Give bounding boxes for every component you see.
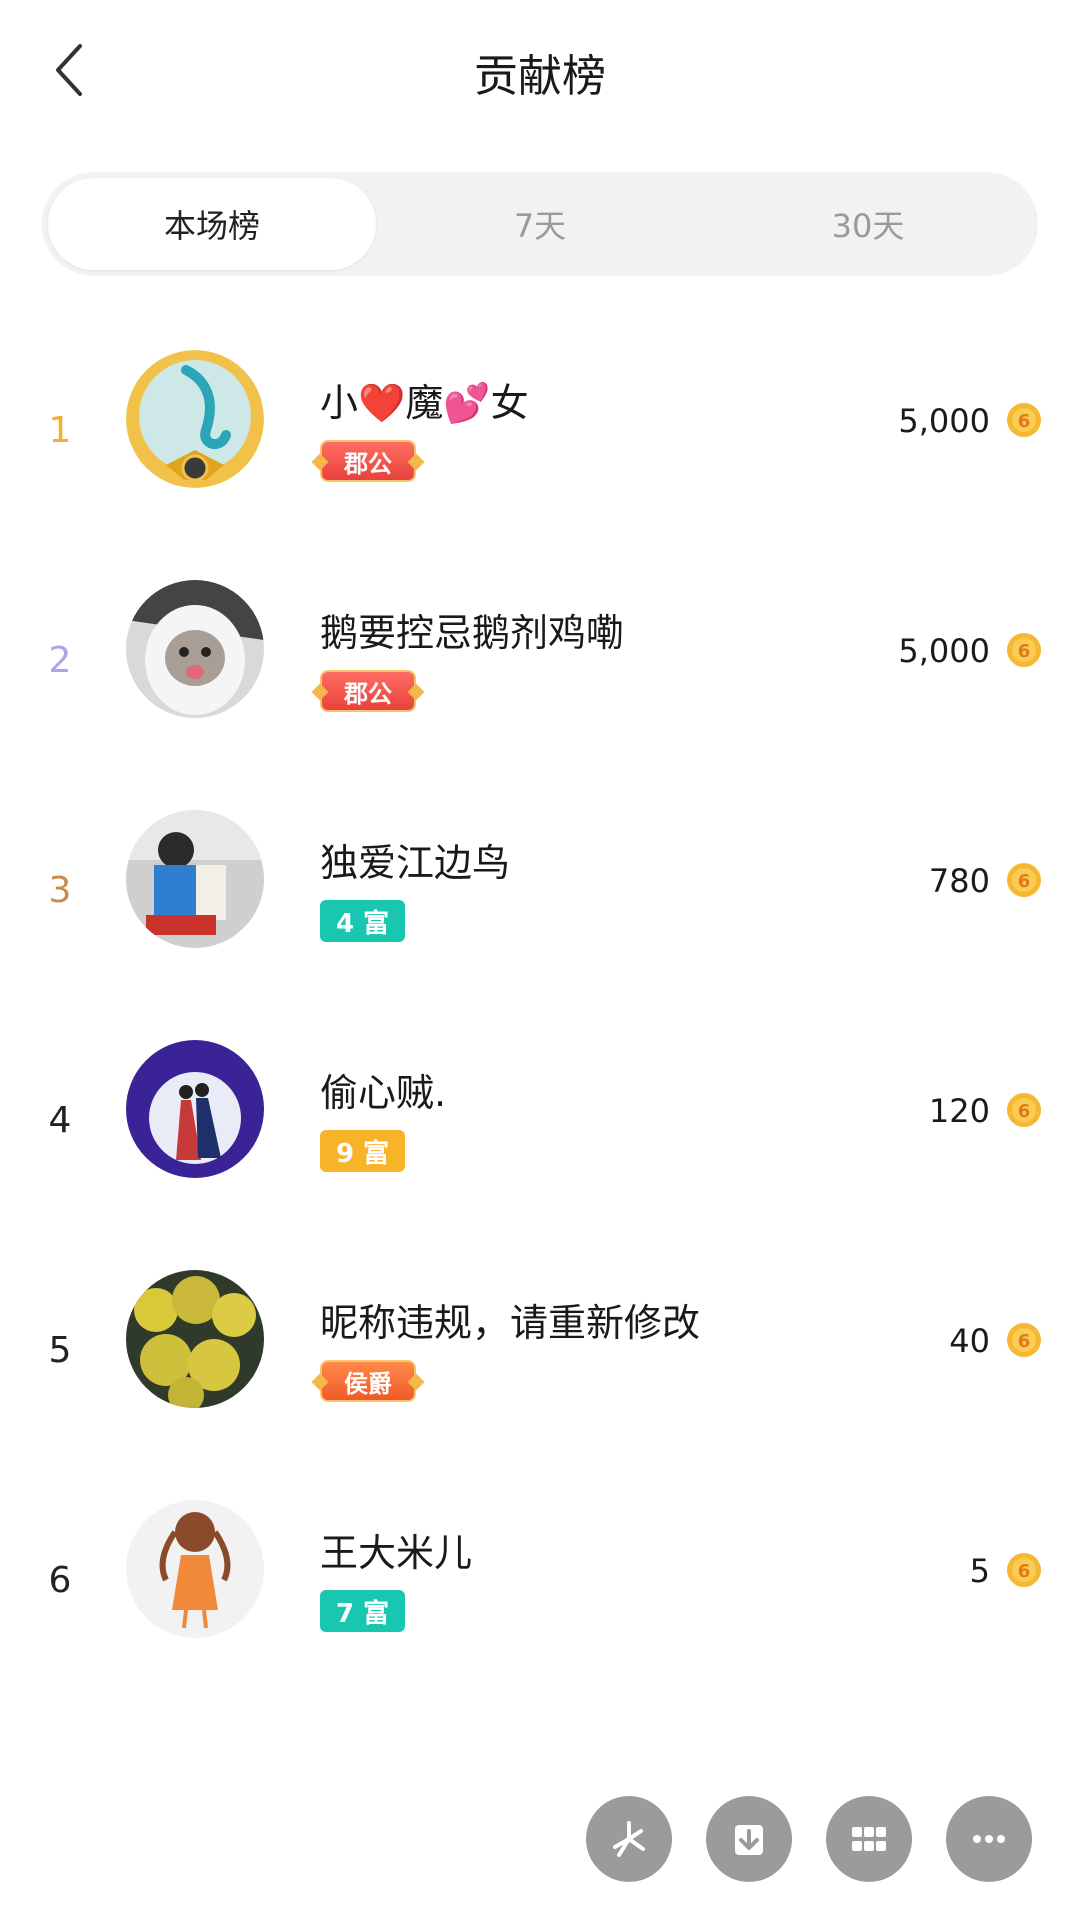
wealth-level-badge: 7 富 (320, 1590, 406, 1632)
grid-button[interactable] (826, 1796, 912, 1882)
coin-icon: 6 (1007, 1323, 1041, 1357)
avatar[interactable] (126, 580, 264, 718)
contribution-value: 120 (928, 1092, 990, 1130)
svg-text:6: 6 (1018, 411, 1031, 432)
rank-number: 2 (48, 640, 72, 681)
svg-text:6: 6 (1018, 1331, 1031, 1352)
list-item[interactable]: 2 鹅要控忌鹅剂鸡嘞 郡公 5,000 6 (0, 580, 1080, 810)
list-item[interactable]: 3 独爱江边鸟 4 富 780 6 (0, 810, 1080, 1040)
svg-text:6: 6 (1018, 1101, 1031, 1122)
more-button[interactable] (946, 1796, 1032, 1882)
user-name[interactable]: 小❤️魔💕女 (320, 372, 529, 427)
pinwheel-button[interactable] (586, 1796, 672, 1882)
tab-bar: 本场榜 7天 30天 (42, 172, 1038, 276)
rank-number: 1 (48, 410, 72, 451)
user-name[interactable]: 偷心贼. (320, 1062, 446, 1117)
contribution-value: 5,000 (898, 632, 990, 670)
rank-number: 6 (48, 1560, 72, 1601)
more-icon (973, 1835, 1005, 1843)
contribution-value: 5 (969, 1552, 990, 1590)
avatar[interactable] (126, 1040, 264, 1178)
coin-icon: 6 (1007, 863, 1041, 897)
contribution-value: 5,000 (898, 402, 990, 440)
wealth-level-badge: 9 富 (320, 1130, 406, 1172)
pinwheel-icon (613, 1821, 645, 1857)
tab-current-session[interactable]: 本场榜 (48, 178, 376, 270)
svg-text:6: 6 (1018, 871, 1031, 892)
coin-icon: 6 (1007, 1093, 1041, 1127)
avatar[interactable] (126, 1270, 264, 1408)
user-name[interactable]: 王大米儿 (320, 1522, 472, 1577)
list-item[interactable]: 5 昵称违规，请重新修改 侯爵 40 6 (0, 1270, 1080, 1500)
avatar[interactable] (126, 350, 264, 488)
floating-action-bar (586, 1796, 1032, 1882)
coin-icon: 6 (1007, 1553, 1041, 1587)
svg-text:6: 6 (1018, 641, 1031, 662)
download-icon (735, 1825, 763, 1855)
tab-7-days[interactable]: 7天 (376, 178, 704, 270)
avatar[interactable] (126, 810, 264, 948)
noble-title-badge: 郡公 (320, 440, 416, 482)
rank-number: 4 (48, 1100, 72, 1141)
avatar[interactable] (126, 1500, 264, 1638)
ranking-list: 1 小❤️魔💕女 郡公 5,000 6 2 鹅要控忌鹅剂鸡嘞 郡公 5,000 … (0, 350, 1080, 1730)
noble-title-badge: 侯爵 (320, 1360, 416, 1402)
page-title: 贡献榜 (474, 51, 606, 102)
list-item[interactable]: 1 小❤️魔💕女 郡公 5,000 6 (0, 350, 1080, 580)
tab-30-days[interactable]: 30天 (704, 178, 1032, 270)
user-name[interactable]: 昵称违规，请重新修改 (320, 1292, 700, 1347)
rank-number: 3 (48, 870, 72, 911)
contribution-value: 780 (928, 862, 990, 900)
list-item[interactable]: 6 王大米儿 7 富 5 6 (0, 1500, 1080, 1730)
rank-number: 5 (48, 1330, 72, 1371)
coin-icon: 6 (1007, 633, 1041, 667)
header: 贡献榜 (0, 0, 1080, 140)
coin-icon: 6 (1007, 403, 1041, 437)
download-button[interactable] (706, 1796, 792, 1882)
svg-text:6: 6 (1018, 1561, 1031, 1582)
list-item[interactable]: 4 偷心贼. 9 富 120 6 (0, 1040, 1080, 1270)
grid-icon (852, 1827, 886, 1851)
contribution-value: 40 (949, 1322, 990, 1360)
user-name[interactable]: 独爱江边鸟 (320, 832, 510, 887)
noble-title-badge: 郡公 (320, 670, 416, 712)
wealth-level-badge: 4 富 (320, 900, 406, 942)
user-name[interactable]: 鹅要控忌鹅剂鸡嘞 (320, 602, 624, 657)
